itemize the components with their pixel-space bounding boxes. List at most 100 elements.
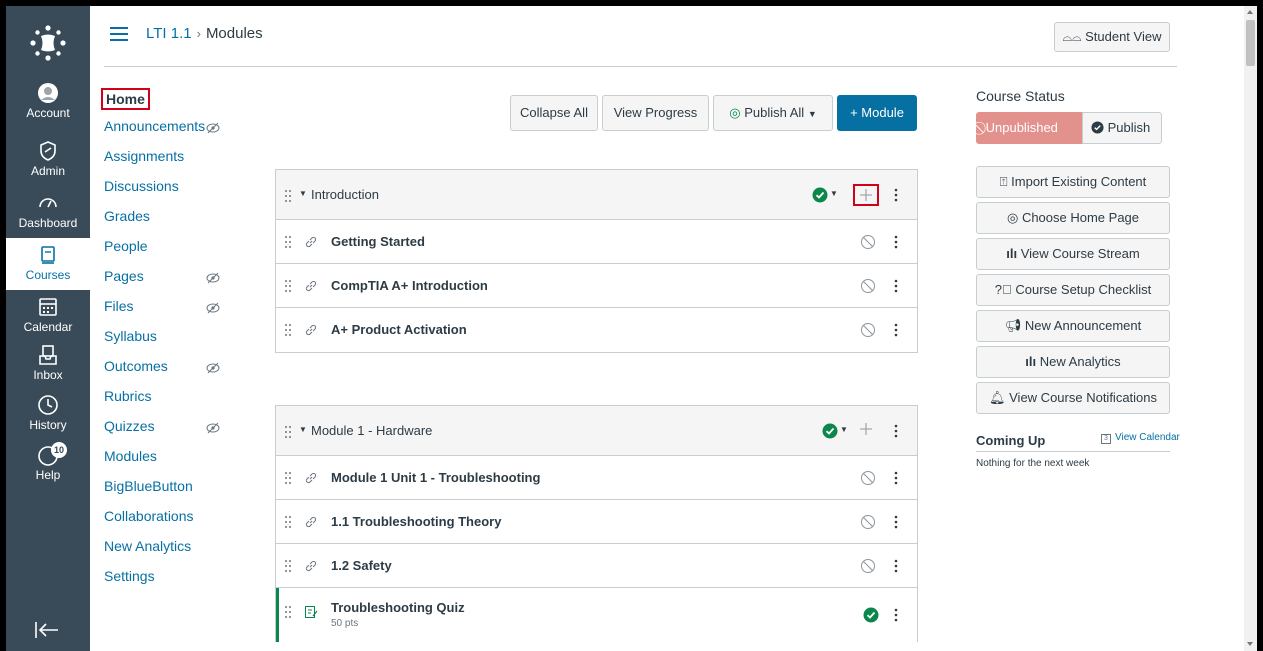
course-nav-modules[interactable]: Modules <box>104 448 157 464</box>
unpublished-circle-icon[interactable] <box>860 278 876 294</box>
nav-history[interactable]: History <box>6 394 90 432</box>
course-nav-people[interactable]: People <box>104 238 148 254</box>
calendar-icon: 3 <box>1101 434 1111 444</box>
unpublished-circle-icon[interactable] <box>860 470 876 486</box>
course-nav-home[interactable]: Home <box>101 88 150 110</box>
publish-button[interactable]: Publish <box>1082 112 1162 144</box>
student-view-button[interactable]: ⌓⌓ Student View <box>1054 22 1170 52</box>
divider <box>976 451 1170 452</box>
nav-account[interactable]: Account <box>6 82 90 120</box>
nav-admin[interactable]: Admin <box>6 140 90 178</box>
course-nav-quizzes[interactable]: Quizzes <box>104 418 155 434</box>
module-header[interactable]: ▼ Module 1 - Hardware ▼ <box>276 406 917 456</box>
nav-dashboard[interactable]: Dashboard <box>6 192 90 230</box>
kebab-menu-icon[interactable] <box>894 471 898 485</box>
hamburger-menu-icon[interactable] <box>110 27 128 41</box>
scrollbar-thumb[interactable] <box>1246 20 1255 66</box>
drag-handle-icon[interactable] <box>284 235 292 249</box>
course-nav-grades[interactable]: Grades <box>104 208 150 224</box>
drag-handle-icon[interactable] <box>284 189 292 203</box>
unpublished-circle-icon[interactable] <box>860 322 876 338</box>
page-scrollbar[interactable] <box>1244 6 1257 651</box>
scroll-down-arrow-icon[interactable] <box>1247 642 1253 646</box>
course-nav-settings[interactable]: Settings <box>104 568 155 584</box>
published-check-icon[interactable] <box>812 187 828 203</box>
item-title-link[interactable]: Module 1 Unit 1 - Troubleshooting <box>331 470 540 485</box>
publish-caret-icon[interactable]: ▼ <box>840 425 848 434</box>
kebab-menu-icon[interactable] <box>894 188 898 202</box>
unpublished-circle-icon[interactable] <box>860 514 876 530</box>
course-nav-assignments[interactable]: Assignments <box>104 148 184 164</box>
course-nav-files[interactable]: Files <box>104 298 134 314</box>
kebab-menu-icon[interactable] <box>894 608 898 622</box>
course-nav-rubrics[interactable]: Rubrics <box>104 388 151 404</box>
drag-handle-icon[interactable] <box>284 323 292 337</box>
published-check-icon[interactable] <box>822 423 838 439</box>
course-nav-collaborations[interactable]: Collaborations <box>104 508 194 524</box>
unpublished-circle-icon[interactable] <box>860 234 876 250</box>
kebab-menu-icon[interactable] <box>894 424 898 438</box>
collapse-caret-icon[interactable]: ▼ <box>299 189 307 198</box>
collapse-all-button[interactable]: Collapse All <box>510 95 598 131</box>
module-item[interactable]: Module 1 Unit 1 - Troubleshooting <box>276 456 917 500</box>
add-item-button[interactable] <box>853 184 879 206</box>
kebab-menu-icon[interactable] <box>894 279 898 293</box>
collapse-nav-icon[interactable] <box>32 618 62 642</box>
item-title-link[interactable]: Getting Started <box>331 234 425 249</box>
course-nav-outcomes[interactable]: Outcomes <box>104 358 168 374</box>
new-analytics-button[interactable]: ılı New Analytics <box>976 346 1170 378</box>
module-item[interactable]: A+ Product Activation <box>276 308 917 352</box>
kebab-menu-icon[interactable] <box>894 235 898 249</box>
course-nav-pages[interactable]: Pages <box>104 268 144 284</box>
drag-handle-icon[interactable] <box>284 515 292 529</box>
canvas-logo-icon[interactable] <box>29 24 67 62</box>
published-check-icon[interactable] <box>863 607 879 623</box>
unpublished-circle-icon[interactable] <box>860 558 876 574</box>
nav-inbox[interactable]: Inbox <box>6 344 90 382</box>
view-course-stream-button[interactable]: ılı View Course Stream <box>976 238 1170 270</box>
view-course-notifications-button[interactable]: 🔔︎ View Course Notifications <box>976 382 1170 414</box>
module-item-quiz[interactable]: Troubleshooting Quiz 50 pts <box>276 588 917 642</box>
drag-handle-icon[interactable] <box>284 471 292 485</box>
nav-help[interactable]: 10 Help <box>6 442 90 482</box>
kebab-menu-icon[interactable] <box>894 323 898 337</box>
kebab-menu-icon[interactable] <box>894 515 898 529</box>
import-content-button[interactable]: ⍐ Import Existing Content <box>976 166 1170 198</box>
module-item[interactable]: Getting Started <box>276 220 917 264</box>
publish-caret-icon[interactable]: ▼ <box>830 189 838 198</box>
drag-handle-icon[interactable] <box>284 425 292 439</box>
collapse-caret-icon[interactable]: ▼ <box>299 425 307 434</box>
drag-handle-icon[interactable] <box>284 279 292 293</box>
course-nav-bigbluebutton[interactable]: BigBlueButton <box>104 478 193 494</box>
view-progress-button[interactable]: View Progress <box>602 95 709 131</box>
nav-calendar[interactable]: Calendar <box>6 296 90 334</box>
module-item[interactable]: 1.2 Safety <box>276 544 917 588</box>
drag-handle-icon[interactable] <box>284 559 292 573</box>
nav-courses[interactable]: Courses <box>6 238 90 290</box>
course-nav-announcements[interactable]: Announcements <box>104 118 205 134</box>
item-title-link[interactable]: A+ Product Activation <box>331 322 467 337</box>
new-announcement-button[interactable]: 📢︎ New Announcement <box>976 310 1170 342</box>
item-title-link[interactable]: 1.1 Troubleshooting Theory <box>331 514 501 529</box>
course-nav-new-analytics[interactable]: New Analytics <box>104 538 191 554</box>
student-view-label: Student View <box>1085 29 1162 44</box>
item-title-link[interactable]: Troubleshooting Quiz <box>331 600 465 615</box>
add-item-button[interactable] <box>855 420 881 442</box>
item-title-link[interactable]: 1.2 Safety <box>331 558 392 573</box>
course-nav-discussions[interactable]: Discussions <box>104 178 179 194</box>
module-header[interactable]: ▼ Introduction ▼ <box>276 170 917 220</box>
scroll-up-arrow-icon[interactable] <box>1247 10 1253 14</box>
module-item[interactable]: 1.1 Troubleshooting Theory <box>276 500 917 544</box>
add-module-button[interactable]: + Module <box>837 95 917 131</box>
kebab-menu-icon[interactable] <box>894 559 898 573</box>
unpublished-button[interactable]: ⃠ Unpublished <box>976 112 1082 144</box>
choose-home-page-button[interactable]: ◎ Choose Home Page <box>976 202 1170 234</box>
module-item[interactable]: CompTIA A+ Introduction <box>276 264 917 308</box>
course-nav-syllabus[interactable]: Syllabus <box>104 328 157 344</box>
breadcrumb-course-link[interactable]: LTI 1.1 <box>146 25 192 42</box>
publish-all-button[interactable]: ◎ Publish All ▼ <box>713 95 833 131</box>
drag-handle-icon[interactable] <box>284 605 292 619</box>
course-setup-checklist-button[interactable]: ?⃝ Course Setup Checklist <box>976 274 1170 306</box>
item-title-link[interactable]: CompTIA A+ Introduction <box>331 278 488 293</box>
view-calendar-link[interactable]: 3 View Calendar <box>1101 432 1180 444</box>
